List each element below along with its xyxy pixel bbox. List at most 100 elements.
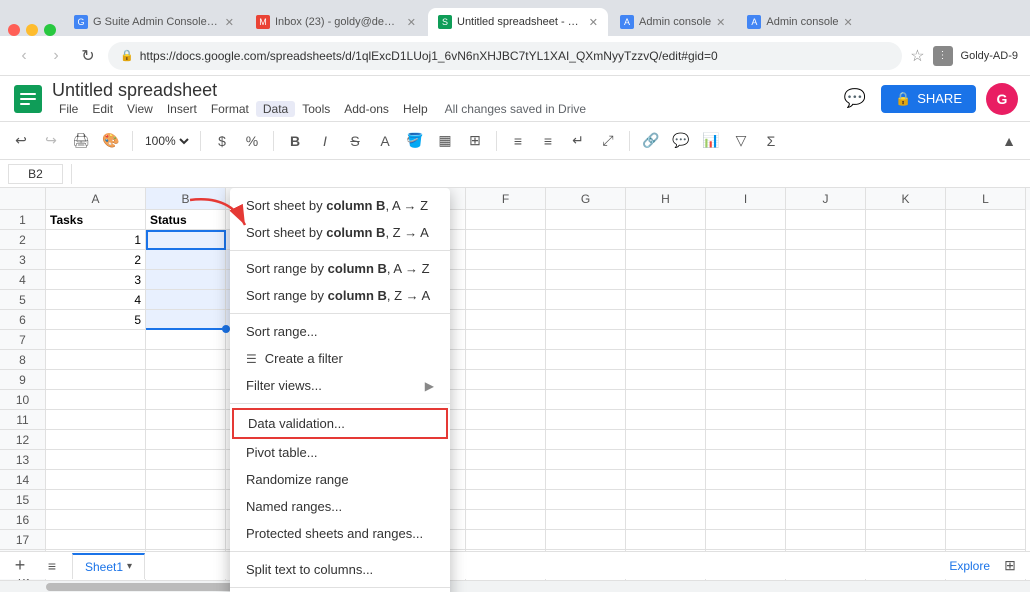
menu-help[interactable]: Help [396, 101, 435, 117]
cell-l17[interactable] [946, 530, 1026, 550]
cell-g15[interactable] [546, 490, 626, 510]
sheets-close[interactable]: ✕ [589, 16, 598, 29]
cell-f16[interactable] [466, 510, 546, 530]
gmail-close[interactable]: ✕ [407, 16, 416, 29]
cell-b4[interactable] [146, 270, 226, 290]
cell-i8[interactable] [706, 350, 786, 370]
cell-g9[interactable] [546, 370, 626, 390]
cell-a15[interactable] [46, 490, 146, 510]
cell-k10[interactable] [866, 390, 946, 410]
cell-k13[interactable] [866, 450, 946, 470]
comment-button[interactable]: 💬 [668, 128, 694, 154]
sheets-navigate-button[interactable]: ⊞ [998, 554, 1022, 578]
cell-k11[interactable] [866, 410, 946, 430]
undo-button[interactable]: ↩ [8, 128, 34, 154]
sheet-menu-button[interactable]: ≡ [40, 554, 64, 578]
cell-j11[interactable] [786, 410, 866, 430]
cell-b7[interactable] [146, 330, 226, 350]
cell-a3[interactable]: 2 [46, 250, 146, 270]
cell-h5[interactable] [626, 290, 706, 310]
admin2-close[interactable]: ✕ [844, 16, 853, 29]
cell-a4[interactable]: 3 [46, 270, 146, 290]
cell-i15[interactable] [706, 490, 786, 510]
cell-i1[interactable] [706, 210, 786, 230]
cell-h16[interactable] [626, 510, 706, 530]
cell-k14[interactable] [866, 470, 946, 490]
cell-f15[interactable] [466, 490, 546, 510]
cell-j15[interactable] [786, 490, 866, 510]
col-header-l[interactable]: L [946, 188, 1026, 210]
borders-button[interactable]: ▦ [432, 128, 458, 154]
cell-b5[interactable] [146, 290, 226, 310]
cell-j4[interactable] [786, 270, 866, 290]
cell-b17[interactable] [146, 530, 226, 550]
cell-h2[interactable] [626, 230, 706, 250]
menu-data[interactable]: Data [256, 101, 295, 117]
cell-g10[interactable] [546, 390, 626, 410]
cell-g6[interactable] [546, 310, 626, 330]
cell-k15[interactable] [866, 490, 946, 510]
cell-j17[interactable] [786, 530, 866, 550]
cell-f8[interactable] [466, 350, 546, 370]
chart-button[interactable]: 📊 [698, 128, 724, 154]
text-rotate-button[interactable]: ⤢ [595, 128, 621, 154]
cell-l9[interactable] [946, 370, 1026, 390]
cell-j3[interactable] [786, 250, 866, 270]
cell-h4[interactable] [626, 270, 706, 290]
formula-input[interactable] [80, 167, 1022, 181]
redo-button[interactable]: ↪ [38, 128, 64, 154]
cell-l5[interactable] [946, 290, 1026, 310]
cell-i10[interactable] [706, 390, 786, 410]
cell-a14[interactable] [46, 470, 146, 490]
cell-l3[interactable] [946, 250, 1026, 270]
cell-g16[interactable] [546, 510, 626, 530]
menu-format[interactable]: Format [204, 101, 256, 117]
menu-pivot-table[interactable]: Pivot table... [230, 439, 450, 466]
cell-f6[interactable] [466, 310, 546, 330]
cell-h13[interactable] [626, 450, 706, 470]
cell-f4[interactable] [466, 270, 546, 290]
cell-l6[interactable] [946, 310, 1026, 330]
cell-h8[interactable] [626, 350, 706, 370]
menu-protected-sheets[interactable]: Protected sheets and ranges... [230, 520, 450, 547]
menu-sort-sheet-za[interactable]: Sort sheet by column B, Z → A [230, 219, 450, 246]
tab-gsuite[interactable]: G G Suite Admin Console - Go... ✕ [64, 8, 244, 36]
cell-k17[interactable] [866, 530, 946, 550]
cell-a12[interactable] [46, 430, 146, 450]
cell-f5[interactable] [466, 290, 546, 310]
cell-k9[interactable] [866, 370, 946, 390]
cell-g1[interactable] [546, 210, 626, 230]
menu-addons[interactable]: Add-ons [337, 101, 396, 117]
cell-b1[interactable]: Status [146, 210, 226, 230]
cell-i4[interactable] [706, 270, 786, 290]
cell-f12[interactable] [466, 430, 546, 450]
menu-sort-sheet-az[interactable]: Sort sheet by column B, A → Z [230, 192, 450, 219]
cell-h1[interactable] [626, 210, 706, 230]
cell-b15[interactable] [146, 490, 226, 510]
cell-f13[interactable] [466, 450, 546, 470]
cell-a6[interactable]: 5 [46, 310, 146, 330]
cell-a2[interactable]: 1 [46, 230, 146, 250]
percent-button[interactable]: % [239, 128, 265, 154]
reload-button[interactable]: ↻ [76, 44, 100, 68]
menu-data-validation[interactable]: Data validation... [232, 408, 448, 439]
italic-button[interactable]: I [312, 128, 338, 154]
chat-button[interactable]: 💬 [839, 83, 871, 115]
col-header-a[interactable]: A [46, 188, 146, 210]
cell-i7[interactable] [706, 330, 786, 350]
cell-i5[interactable] [706, 290, 786, 310]
cell-b10[interactable] [146, 390, 226, 410]
cell-i14[interactable] [706, 470, 786, 490]
cell-j14[interactable] [786, 470, 866, 490]
cell-k16[interactable] [866, 510, 946, 530]
cell-f1[interactable] [466, 210, 546, 230]
cell-g7[interactable] [546, 330, 626, 350]
cell-l7[interactable] [946, 330, 1026, 350]
cell-a1[interactable]: Tasks [46, 210, 146, 230]
cell-a16[interactable] [46, 510, 146, 530]
cell-b8[interactable] [146, 350, 226, 370]
cell-h9[interactable] [626, 370, 706, 390]
text-wrap-button[interactable]: ↵ [565, 128, 591, 154]
cell-f2[interactable] [466, 230, 546, 250]
cell-k7[interactable] [866, 330, 946, 350]
